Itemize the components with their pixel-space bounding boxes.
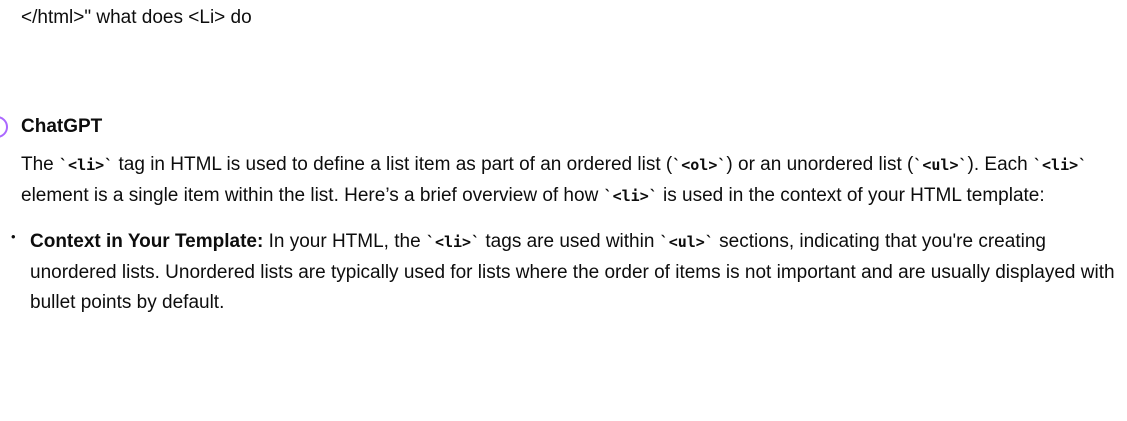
assistant-name: ChatGPT bbox=[21, 116, 103, 137]
bullet-title: Context in Your Template: bbox=[30, 231, 264, 252]
intro-text: The bbox=[21, 154, 60, 175]
intro-text: element is a single item within the list… bbox=[21, 184, 604, 206]
intro-text: is used in the context of your HTML temp… bbox=[657, 184, 1045, 206]
inline-code: `<ol>` bbox=[672, 156, 727, 174]
bullet-icon: • bbox=[11, 229, 16, 244]
list-item: • Context in Your Template: In your HTML,… bbox=[11, 227, 1117, 319]
intro-paragraph: The `<li>` tag in HTML is used to define… bbox=[21, 150, 1117, 211]
assistant-avatar bbox=[0, 116, 8, 138]
intro-text: ). Each bbox=[967, 154, 1033, 175]
intro-text: ) or an unordered list ( bbox=[726, 154, 914, 175]
inline-code: `<ul>` bbox=[913, 156, 968, 174]
assistant-message: The `<li>` tag in HTML is used to define… bbox=[11, 150, 1117, 319]
inline-code: `<ul>` bbox=[659, 233, 714, 251]
bullet-text: In your HTML, the bbox=[263, 231, 426, 252]
inline-code: `<li>` bbox=[1033, 156, 1088, 174]
bullet-text: tags are used within bbox=[480, 231, 660, 252]
user-message: </html>" what does <Li> do bbox=[21, 7, 252, 28]
inline-code: `<li>` bbox=[425, 233, 481, 251]
intro-text: tag in HTML is used to define a list ite… bbox=[113, 154, 673, 175]
inline-code: `<li>` bbox=[59, 156, 114, 174]
bullet-list: • Context in Your Template: In your HTML,… bbox=[11, 227, 1117, 319]
inline-code: `<li>` bbox=[603, 186, 658, 205]
